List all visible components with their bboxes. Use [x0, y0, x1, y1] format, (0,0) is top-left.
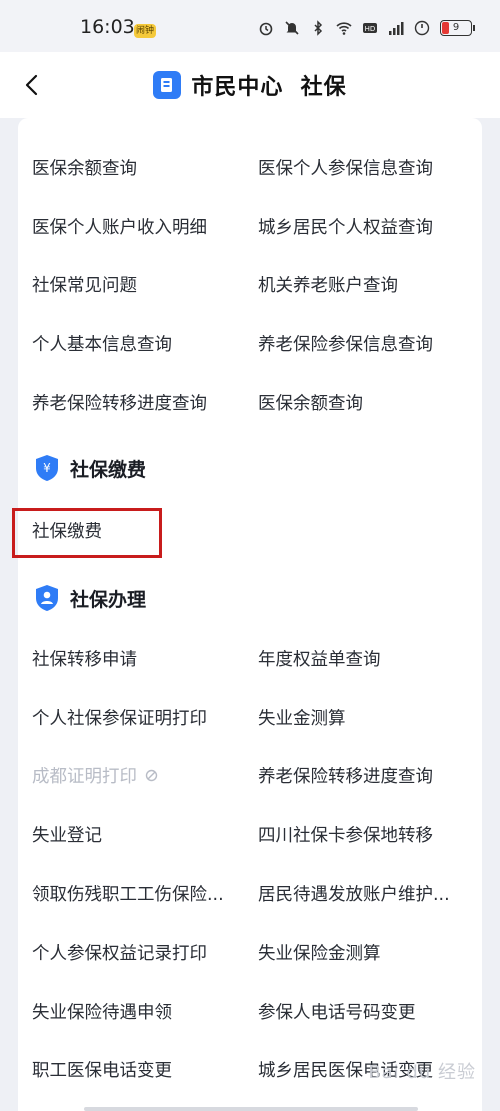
handling-item[interactable]: 领取伤残职工工伤保险...	[32, 864, 258, 923]
handling-item[interactable]: 居民待遇发放账户维护...	[258, 864, 472, 923]
handling-item-label: 四川社保卡参保地转移	[258, 826, 433, 847]
query-item[interactable]: 养老保险转移进度查询	[32, 373, 258, 432]
svg-text:HD: HD	[365, 25, 376, 33]
query-item[interactable]: 社保常见问题	[32, 256, 258, 315]
wifi-icon	[336, 20, 352, 36]
handling-item[interactable]: 失业保险待遇申领	[32, 982, 258, 1041]
query-item-label: 医保余额查询	[32, 158, 137, 179]
person-shield-icon	[36, 585, 58, 611]
handling-item[interactable]: 个人社保参保证明打印	[32, 688, 258, 747]
battery-icon: 9	[440, 20, 475, 36]
status-chip: 闹钟	[134, 24, 156, 38]
query-item[interactable]: 医保余额查询	[32, 138, 258, 197]
query-item[interactable]: 个人基本信息查询	[32, 314, 258, 373]
home-indicator[interactable]	[84, 1107, 418, 1111]
handling-item-label: 失业金测算	[258, 708, 346, 729]
handling-item-label: 年度权益单查询	[258, 649, 381, 670]
handling-item-label: 失业保险金测算	[258, 943, 381, 964]
nav-header: 市民中心 社保	[0, 52, 500, 118]
status-icons: HD 9	[258, 20, 475, 36]
content-card: 医保余额查询 医保个人参保信息查询医保个人账户收入明细 城乡居民个人权益查询社保常见…	[12, 118, 482, 1111]
battery-text: 9	[452, 22, 460, 33]
handling-item-label: 养老保险转移进度查询	[258, 767, 433, 788]
query-item[interactable]: 养老保险参保信息查询	[258, 314, 472, 373]
hd-icon: HD	[362, 20, 378, 36]
handling-item[interactable]: 失业金测算	[258, 688, 472, 747]
bluetooth-icon	[310, 20, 326, 36]
handling-item[interactable]: 四川社保卡参保地转移	[258, 805, 472, 864]
section-payment-header: ¥ 社保缴费	[34, 454, 146, 482]
status-time: 16:03	[80, 16, 135, 38]
handling-item-label: 居民待遇发放账户维护...	[258, 885, 450, 906]
query-item-label: 医保个人账户收入明细	[32, 217, 207, 238]
handling-item-label: 职工医保电话变更	[32, 1061, 172, 1082]
handling-grid: 社保转移申请 年度权益单查询个人社保参保证明打印 失业金测算成都证明打印 养老保险转移…	[32, 629, 472, 1099]
query-item-label: 医保余额查询	[258, 394, 363, 415]
handling-item[interactable]: 职工医保电话变更	[32, 1041, 258, 1100]
back-arrow-icon	[25, 74, 38, 96]
yuan-shield-icon: ¥	[36, 455, 58, 481]
handling-item[interactable]: 参保人电话号码变更	[258, 982, 472, 1041]
citizen-center-logo-icon	[153, 71, 182, 99]
status-bar: 16:03 闹钟 HD 9	[0, 0, 500, 52]
handling-item[interactable]: 年度权益单查询	[258, 629, 472, 688]
signal-icon	[388, 20, 404, 36]
query-item-label: 城乡居民个人权益查询	[258, 217, 433, 238]
query-item[interactable]: 城乡居民个人权益查询	[258, 197, 472, 256]
query-item-label: 社保常见问题	[32, 276, 137, 297]
nav-center: 市民中心 社保	[153, 69, 346, 101]
handling-item[interactable]: 成都证明打印	[32, 747, 258, 806]
section-handling-header: 社保办理	[34, 584, 146, 612]
handling-item-label: 个人参保权益记录打印	[32, 943, 207, 964]
query-grid: 医保余额查询 医保个人参保信息查询医保个人账户收入明细 城乡居民个人权益查询社保常见…	[32, 138, 472, 432]
page-title: 市民中心 社保	[191, 75, 347, 100]
handling-item[interactable]: 社保转移申请	[32, 629, 258, 688]
highlight-box	[12, 508, 162, 558]
query-item[interactable]: 医保个人参保信息查询	[258, 138, 472, 197]
handling-item[interactable]: 养老保险转移进度查询	[258, 747, 472, 806]
power-saving-icon	[414, 20, 430, 36]
query-item[interactable]: 医保个人账户收入明细	[32, 197, 258, 256]
back-button[interactable]	[14, 66, 52, 104]
section-payment-title: 社保缴费	[70, 458, 147, 481]
battery-level	[442, 22, 450, 34]
handling-item[interactable]: 失业登记	[32, 805, 258, 864]
section-handling-title: 社保办理	[70, 588, 147, 611]
query-item-label: 个人基本信息查询	[32, 335, 172, 356]
handling-item[interactable]: 个人参保权益记录打印	[32, 923, 258, 982]
query-item-label: 养老保险转移进度查询	[32, 394, 207, 415]
query-item[interactable]: 医保余额查询	[258, 373, 472, 432]
handling-item-label: 领取伤残职工工伤保险...	[32, 885, 224, 906]
query-item[interactable]: 机关养老账户查询	[258, 256, 472, 315]
unavailable-icon	[145, 770, 158, 782]
handling-item[interactable]: 失业保险金测算	[258, 923, 472, 982]
handling-item-label: 参保人电话号码变更	[258, 1002, 416, 1023]
handling-item-label: 个人社保参保证明打印	[32, 708, 207, 729]
handling-item-label: 失业登记	[32, 826, 102, 847]
query-item-label: 机关养老账户查询	[258, 276, 398, 297]
baidu-watermark: Bai du 经验	[368, 1062, 476, 1083]
handling-item-label: 社保转移申请	[32, 649, 137, 670]
alarm-icon	[258, 20, 274, 36]
mute-icon	[284, 20, 300, 36]
handling-item-label: 失业保险待遇申领	[32, 1002, 172, 1023]
query-item-label: 养老保险参保信息查询	[258, 335, 433, 356]
handling-item-label: 成都证明打印	[32, 767, 137, 788]
svg-text:¥: ¥	[43, 461, 51, 475]
query-item-label: 医保个人参保信息查询	[258, 158, 433, 179]
